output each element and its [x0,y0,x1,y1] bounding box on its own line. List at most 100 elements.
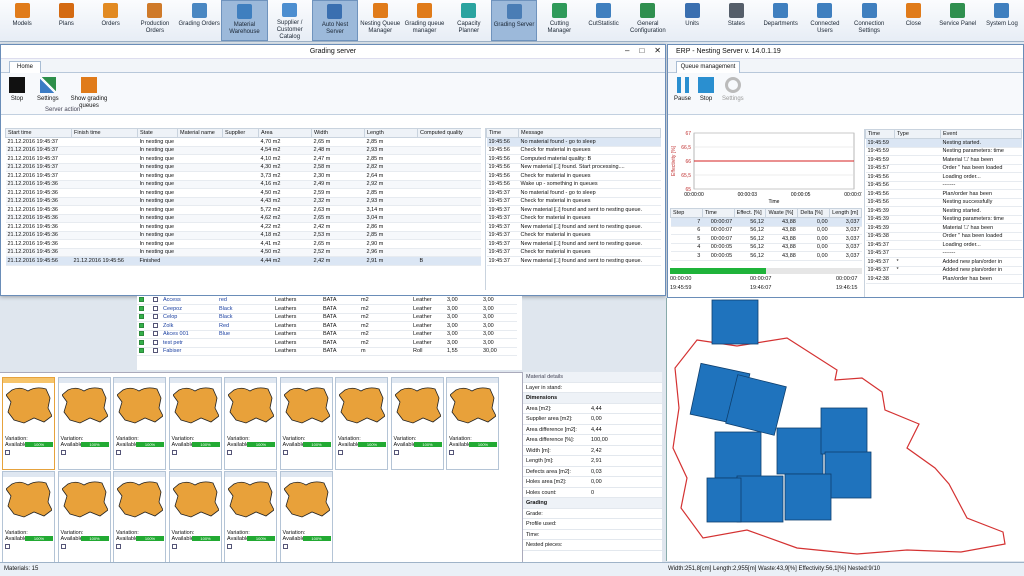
event-row[interactable]: 19:45:39 Nesting started. [865,206,1022,216]
table-row[interactable]: 21.12.2016 19:45:36 In nesting que 4,18 m2… [5,231,481,240]
column-header[interactable]: Supplier [222,128,259,138]
ribbon-auto-nest-button[interactable]: Auto Nest Server [311,0,359,41]
table-row[interactable]: 21.12.2016 19:45:37 In nesting que 4,30 m2… [5,163,481,172]
event-row[interactable]: 19:45:59 Nesting started. [865,138,1022,148]
material-tile[interactable]: Variation: Available: 100% [279,377,333,470]
checkbox[interactable] [153,331,158,337]
log-row[interactable]: 19:45:56 Wake up - something in queues [486,180,661,189]
material-row[interactable]: Akces 001 Blue Leathers BATA m2 Leather 3,00 3,… [137,330,517,339]
table-row[interactable]: 21.12.2016 19:45:36 In nesting que 5,72 m2… [5,205,481,215]
ribbon-units-button[interactable]: Units [670,0,714,41]
ribbon-queue-button[interactable]: Nesting Queue Manager [358,0,402,41]
checkbox[interactable] [449,450,454,455]
material-tile[interactable]: Variation: Available: 100% [168,377,222,470]
table-row[interactable]: 21.12.2016 19:45:36 In nesting que 4,43 m2… [5,197,481,206]
ribbon-statistic-button[interactable]: CutStatistic [581,0,625,41]
table-row[interactable]: 21.12.2016 19:45:36 In nesting que 4,41 m2… [5,239,481,249]
table-row[interactable]: 21.12.2016 19:45:36 In nesting que 4,50 m2… [5,248,481,257]
material-row[interactable]: Celop Black Leathers BATA m2 Leather 3,00 3,00 [137,313,517,322]
checkbox[interactable] [153,348,158,354]
event-row[interactable]: 19:45:57 Order '' has been loaded [865,164,1022,173]
close-icon[interactable]: ✕ [654,46,661,55]
table-row[interactable]: 21.12.2016 19:45:36 In nesting que 4,62 m2… [5,214,481,223]
checkbox[interactable] [153,314,158,320]
grading-log[interactable]: Time Message 19:45:56 No material found - g… [485,128,661,290]
log-row[interactable]: 19:45:37 No material found - go to sleep [486,188,661,198]
ribbon-models-button[interactable]: Models [0,0,44,41]
material-tile[interactable]: Variation: Available: 100% [390,377,444,470]
ribbon-catalog-button[interactable]: Supplier / Customer Catalog [268,0,312,41]
ribbon-users-button[interactable]: Connected Users [803,0,847,41]
column-header[interactable]: Type [894,129,941,139]
ribbon-production-orders-button[interactable]: Production Orders [133,0,177,41]
log-row[interactable]: 19:45:37 New material [□] found and sent … [486,256,661,266]
column-header[interactable]: Finish time [71,128,138,138]
steps-table[interactable]: Step Time Effect. [%] Waste [%] Delta [%] Len… [670,208,862,266]
checkbox[interactable] [153,322,158,328]
event-row[interactable]: 19:45:38 Order '' has been loaded [865,232,1022,241]
column-header[interactable]: Time [486,128,519,138]
table-row[interactable]: 21.12.2016 19:45:37 In nesting que 4,54 m2… [5,146,481,155]
ribbon-capacity-button[interactable]: Capacity Planner [447,0,491,41]
event-row[interactable]: 19:45:59 Material '□' has been [865,155,1022,165]
material-tile[interactable]: Variation: Available: 100% [279,471,333,564]
column-header[interactable]: Length [364,128,418,138]
column-header[interactable]: Delta [%] [797,208,831,218]
column-header[interactable]: Computed quality [417,128,481,138]
column-header[interactable]: Start time [5,128,72,138]
column-header[interactable]: Width [311,128,365,138]
step-row[interactable]: 3 00:00:05 56,12 43,88 0,00 3,037 [670,251,862,261]
log-row[interactable]: 19:45:56 No material found - go to sleep [486,137,661,147]
log-row[interactable]: 19:45:37 Check for material in queues [486,197,661,206]
step-row[interactable]: 4 00:00:05 56,12 43,88 0,00 3,037 [670,243,862,252]
ribbon-orders-button[interactable]: Orders [89,0,133,41]
checkbox[interactable] [116,450,121,455]
material-tile[interactable]: Variation: Available: 100% [168,471,222,564]
material-tile[interactable]: Variation: Available: 100% [2,471,55,564]
log-row[interactable]: 19:45:37 New material [□] found and sent … [486,222,661,232]
table-row[interactable]: 21.12.2016 19:45:37 In nesting que 4,10 m2… [5,154,481,164]
ribbon-grading-queue-button[interactable]: Grading queue manager [402,0,446,41]
event-row[interactable]: 19:45:37 * Added new plan/order in [865,266,1022,275]
ribbon-connection-button[interactable]: Connection Settings [847,0,891,41]
checkbox[interactable] [60,544,66,549]
table-row[interactable]: 21.12.2016 19:45:37 In nesting que 4,70 m2… [5,137,481,147]
log-row[interactable]: 19:45:56 Computed material quality: B [486,154,661,164]
checkbox[interactable] [153,305,158,311]
checkbox[interactable] [338,450,343,455]
events-table[interactable]: Time Type Event 19:45:59 Nesting started. 19:… [864,129,1022,297]
checkbox[interactable] [171,450,177,455]
table-row[interactable]: 21.12.2016 19:45:36 In nesting que 4,16 m2… [5,180,481,189]
table-row[interactable]: 21.12.2016 19:45:56 21.12.2016 19:45:56 Fi… [5,256,481,266]
ribbon-departments-button[interactable]: Departments [759,0,803,41]
checkbox[interactable] [60,450,66,455]
material-row[interactable]: Ceepoz Black Leathers BATA m2 Leather 3,00 3,00 [137,304,517,314]
event-row[interactable]: 19:45:56 Loading order... [865,172,1022,182]
material-row[interactable]: Zolk Red Leathers BATA m2 Leather 3,00 3,00 [137,321,517,331]
checkbox[interactable] [282,450,288,455]
column-header[interactable]: Material name [177,128,223,138]
material-tile[interactable]: Variation: Available: 100% [113,471,166,564]
step-row[interactable]: 5 00:00:07 56,12 43,88 0,00 3,037 [670,234,862,244]
event-row[interactable]: 19:45:37 * Added new plan/order in [865,257,1022,267]
nest-view[interactable] [666,298,1024,561]
column-header[interactable]: Length [m] [829,208,862,218]
ribbon-grading-server-button[interactable]: Grading Server [490,0,538,41]
ribbon-config-button[interactable]: General Configuration [626,0,670,41]
checkbox[interactable] [171,544,177,549]
table-row[interactable]: 21.12.2016 19:45:36 In nesting que 4,50 m2… [5,188,481,198]
material-row[interactable]: Access red Leathers BATA m2 Leather 3,00 3,00 [137,296,517,305]
ribbon-cutting-button[interactable]: Cutting Manager [537,0,581,41]
material-tile[interactable]: Variation: Available: 100% [57,377,111,470]
event-row[interactable]: 19:42:38 Plan/order has been [865,274,1022,284]
ribbon-warehouse-button[interactable]: Material Warehouse [221,0,268,41]
checkbox[interactable] [282,544,288,549]
tab-queue-management[interactable]: Queue management [676,61,740,73]
checkbox[interactable] [116,544,121,549]
column-header[interactable]: Time [865,129,895,139]
log-row[interactable]: 19:45:56 New material [□] found. Start pr… [486,163,661,172]
tab-home[interactable]: Home [9,61,41,73]
column-header[interactable]: Effect. [%] [733,208,767,218]
checkbox[interactable] [153,339,158,345]
material-tile[interactable]: Variation: Available: 100% [224,377,277,470]
